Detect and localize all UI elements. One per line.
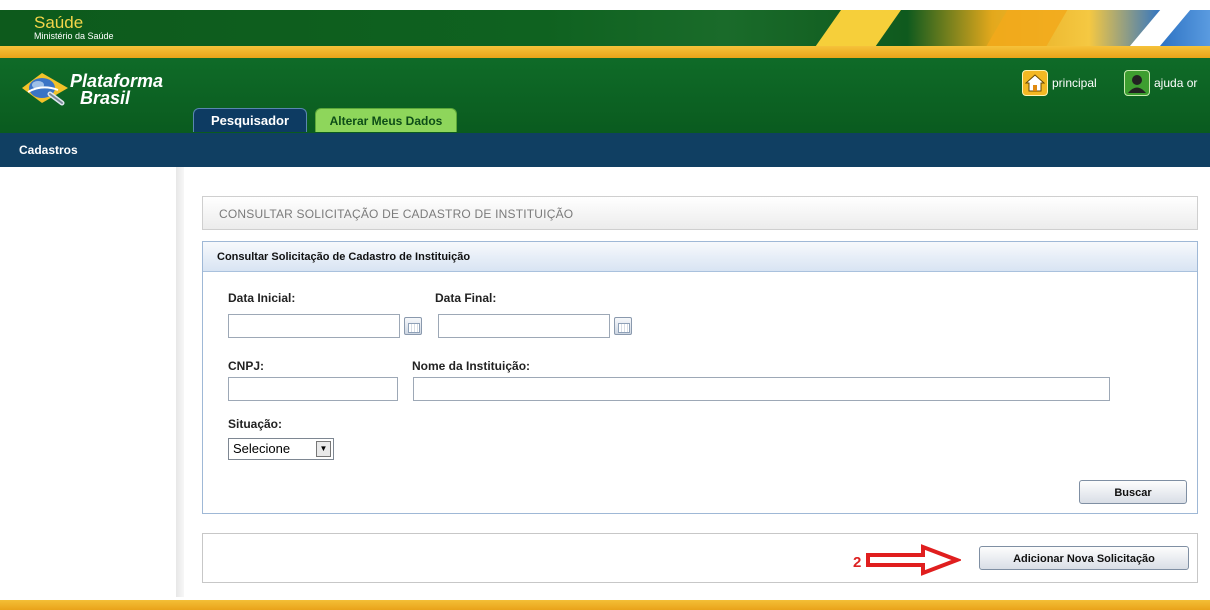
nome-instituicao-input[interactable] xyxy=(413,377,1110,401)
situacao-selected-value: Selecione xyxy=(233,441,291,456)
brand-name-line2: Brasil xyxy=(80,88,131,108)
search-panel: Consultar Solicitação de Cadastro de Ins… xyxy=(202,241,1198,514)
ministry-bar xyxy=(0,10,1210,46)
data-final-input[interactable] xyxy=(438,314,610,338)
data-inicial-calendar-icon[interactable] xyxy=(404,317,422,335)
footer-divider xyxy=(0,600,1210,610)
main-nav: Cadastros xyxy=(0,133,1210,167)
nome-instituicao-label: Nome da Instituição: xyxy=(412,359,531,373)
annotation-arrow-icon xyxy=(866,544,961,576)
data-final-calendar-icon[interactable] xyxy=(614,317,632,335)
data-inicial-label: Data Inicial: xyxy=(228,291,296,305)
situacao-select[interactable]: Selecione ▼ xyxy=(228,438,334,460)
header-divider xyxy=(0,46,1210,58)
user-help-icon xyxy=(1124,70,1150,96)
dropdown-arrow-icon[interactable]: ▼ xyxy=(316,441,331,457)
plataforma-brasil-logo-icon xyxy=(22,73,68,106)
nav-item-cadastros[interactable]: Cadastros xyxy=(19,143,78,157)
buscar-button[interactable]: Buscar xyxy=(1079,480,1187,504)
cnpj-input[interactable] xyxy=(228,377,398,401)
tab-pesquisador[interactable]: Pesquisador xyxy=(193,108,307,132)
situacao-label: Situação: xyxy=(228,417,283,431)
home-link[interactable]: principal xyxy=(1022,70,1097,96)
app-header: Plataforma Brasil Pesquisador Alterar Me… xyxy=(0,58,1210,133)
actions-box: 2 Adicionar Nova Solicitação xyxy=(202,533,1198,583)
home-link-label: principal xyxy=(1052,76,1097,90)
adicionar-nova-solicitacao-button[interactable]: Adicionar Nova Solicitação xyxy=(979,546,1189,570)
step-number-annotation: 2 xyxy=(853,554,862,571)
sidebar-divider xyxy=(176,167,184,597)
data-final-label: Data Final: xyxy=(435,291,497,305)
panel-title: Consultar Solicitação de Cadastro de Ins… xyxy=(203,242,1197,272)
page-title-box: CONSULTAR SOLICITAÇÃO DE CADASTRO DE INS… xyxy=(202,196,1198,230)
ministry-subtitle: Ministério da Saúde xyxy=(34,31,114,41)
data-inicial-input[interactable] xyxy=(228,314,400,338)
home-icon xyxy=(1022,70,1048,96)
ministry-title: Saúde xyxy=(34,13,84,32)
help-link-label: ajuda or xyxy=(1154,76,1198,90)
tab-alterar-meus-dados[interactable]: Alterar Meus Dados xyxy=(315,108,457,132)
page-title: CONSULTAR SOLICITAÇÃO DE CADASTRO DE INS… xyxy=(219,207,574,221)
help-link[interactable]: ajuda or xyxy=(1124,70,1197,96)
cnpj-label: CNPJ: xyxy=(228,359,265,373)
